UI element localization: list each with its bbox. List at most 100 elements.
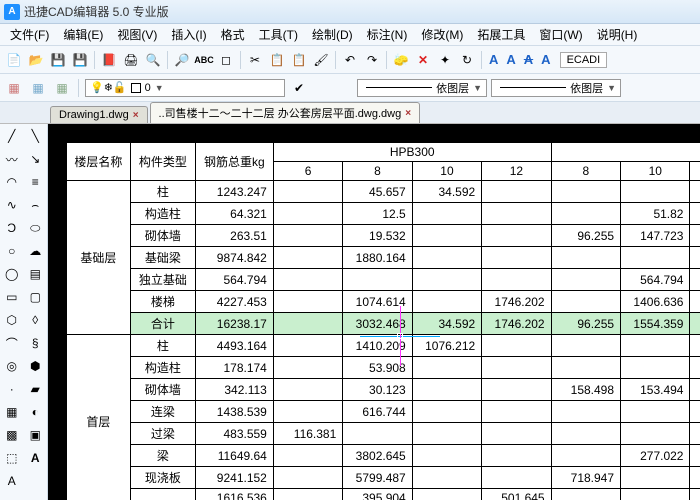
- gradient-icon[interactable]: ◐: [25, 402, 45, 422]
- menu-annotate[interactable]: 标注(N): [361, 24, 414, 45]
- 3d-icon[interactable]: ⬢: [25, 356, 45, 376]
- current-layer-combo[interactable]: 💡 ❄ 🔓 0 ▼: [85, 79, 285, 97]
- format-painter-icon[interactable]: 🖌: [311, 50, 331, 70]
- mline-icon[interactable]: ≡: [25, 172, 45, 192]
- pdf-icon[interactable]: 📕: [99, 50, 119, 70]
- line-sample: [500, 87, 566, 88]
- line-sample: [366, 87, 432, 88]
- paste-icon[interactable]: 📋: [289, 50, 309, 70]
- saveas-icon[interactable]: 💾: [70, 50, 90, 70]
- wipeout-icon[interactable]: ◊: [25, 310, 45, 330]
- close-icon[interactable]: ×: [405, 108, 411, 119]
- layer-manager-icon[interactable]: ▦: [4, 78, 24, 98]
- tab-label: ..司售楼十二～二十二层 办公套房层平面.dwg.dwg: [159, 105, 402, 121]
- new-icon[interactable]: 📄: [4, 50, 24, 70]
- chevron-down-icon: ▼: [155, 83, 164, 93]
- text-a1[interactable]: A: [486, 52, 501, 67]
- menu-ext[interactable]: 拓展工具: [471, 24, 531, 45]
- boundary-icon[interactable]: ▢: [25, 287, 45, 307]
- menu-bar: 文件(F) 编辑(E) 视图(V) 插入(I) 格式 工具(T) 绘制(D) 标…: [0, 24, 700, 46]
- layer-color-swatch: [131, 83, 141, 93]
- solid-icon[interactable]: ▰: [25, 379, 45, 399]
- menu-file[interactable]: 文件(F): [4, 24, 55, 45]
- app-title: 迅捷CAD编辑器 5.0 专业版: [24, 3, 169, 20]
- drawing-sheet: 楼层名称构件类型钢筋总重kgHPB30068101281012基础层柱1243.…: [66, 142, 700, 500]
- separator: [240, 51, 241, 69]
- polyline-icon[interactable]: 〰: [2, 149, 22, 169]
- helix-icon[interactable]: §: [25, 333, 45, 353]
- erase-icon[interactable]: 🧽: [391, 50, 411, 70]
- cut-icon[interactable]: ✂: [245, 50, 265, 70]
- block-icon[interactable]: ▦: [2, 402, 22, 422]
- arc-icon[interactable]: ◠: [2, 172, 22, 192]
- text-a4[interactable]: A: [538, 52, 553, 67]
- separator: [167, 51, 168, 69]
- image-icon[interactable]: ▣: [25, 425, 45, 445]
- spline-icon[interactable]: ∿: [2, 195, 22, 215]
- lineweight-combo[interactable]: 依图层 ▼: [491, 79, 621, 97]
- menu-view[interactable]: 视图(V): [111, 24, 163, 45]
- menu-insert[interactable]: 插入(I): [165, 24, 212, 45]
- tab-active[interactable]: ..司售楼十二～二十二层 办公套房层平面.dwg.dwg ×: [150, 102, 420, 123]
- ray-icon[interactable]: ↘: [25, 149, 45, 169]
- menu-edit[interactable]: 编辑(E): [57, 24, 109, 45]
- menu-format[interactable]: 格式: [215, 24, 251, 45]
- curve-icon[interactable]: Ɔ: [2, 218, 22, 238]
- arc3-icon[interactable]: ⌢: [25, 195, 45, 215]
- text-a3[interactable]: A: [521, 52, 536, 67]
- open-icon[interactable]: 📂: [26, 50, 46, 70]
- delete-icon[interactable]: ✕: [413, 50, 433, 70]
- workspace: ╱ 〰 ◠ ∿ Ɔ ○ ◯ ▭ ⬡ ⌒ ◎ · ▦ ▩ ⬚ A ╲ ↘ ≡ ⌢ …: [0, 124, 700, 500]
- select-icon[interactable]: ◻: [216, 50, 236, 70]
- tab-drawing1[interactable]: Drawing1.dwg ×: [50, 106, 148, 123]
- toolbar-layer: ▦ ▦ ▦ 💡 ❄ 🔓 0 ▼ ✔ 依图层 ▼ 依图层 ▼: [0, 74, 700, 102]
- xline-icon[interactable]: ╲: [25, 126, 45, 146]
- lock-icon: 🔓: [113, 81, 127, 94]
- copy-icon[interactable]: 📋: [267, 50, 287, 70]
- drawing-canvas[interactable]: 楼层名称构件类型钢筋总重kgHPB30068101281012基础层柱1243.…: [48, 124, 700, 500]
- layer-tool-icon[interactable]: ▦: [52, 78, 72, 98]
- explode-icon[interactable]: ✦: [435, 50, 455, 70]
- close-icon[interactable]: ×: [133, 110, 139, 121]
- ellipse2-icon[interactable]: ⬭: [25, 218, 45, 238]
- revcloud-icon[interactable]: ☁: [25, 241, 45, 261]
- separator: [94, 51, 95, 69]
- save-icon[interactable]: 💾: [48, 50, 68, 70]
- menu-window[interactable]: 窗口(W): [533, 24, 588, 45]
- menu-modify[interactable]: 修改(M): [415, 24, 469, 45]
- line-icon[interactable]: ╱: [2, 126, 22, 146]
- chevron-down-icon: ▼: [607, 83, 616, 93]
- polygon-icon[interactable]: ⬡: [2, 310, 22, 330]
- region-icon[interactable]: ⬚: [2, 448, 22, 468]
- text-icon[interactable]: A: [2, 471, 22, 491]
- print-icon[interactable]: 🖨: [121, 50, 141, 70]
- mtext-icon[interactable]: A: [25, 448, 45, 468]
- arc2-icon[interactable]: ⌒: [2, 333, 22, 353]
- undo-icon[interactable]: ↶: [340, 50, 360, 70]
- title-bar: A 迅捷CAD编辑器 5.0 专业版: [0, 0, 700, 24]
- make-current-icon[interactable]: ✔: [289, 78, 309, 98]
- hatch-icon[interactable]: ▩: [2, 425, 22, 445]
- linetype-combo[interactable]: 依图层 ▼: [357, 79, 487, 97]
- spell-icon[interactable]: ABC: [194, 50, 214, 70]
- separator: [335, 51, 336, 69]
- rebar-table: 楼层名称构件类型钢筋总重kgHPB30068101281012基础层柱1243.…: [66, 142, 700, 500]
- text-a2[interactable]: A: [503, 52, 518, 67]
- menu-tool[interactable]: 工具(T): [253, 24, 304, 45]
- find-icon[interactable]: 🔎: [172, 50, 192, 70]
- point-icon[interactable]: ·: [2, 379, 22, 399]
- donut-icon[interactable]: ◎: [2, 356, 22, 376]
- menu-help[interactable]: 说明(H): [591, 24, 644, 45]
- menu-draw[interactable]: 绘制(D): [306, 24, 359, 45]
- table-icon[interactable]: ▤: [25, 264, 45, 284]
- circle-icon[interactable]: ○: [2, 241, 22, 261]
- redo-icon[interactable]: ↷: [362, 50, 382, 70]
- tool-sidebar: ╱ 〰 ◠ ∿ Ɔ ○ ◯ ▭ ⬡ ⌒ ◎ · ▦ ▩ ⬚ A ╲ ↘ ≡ ⌢ …: [0, 124, 48, 500]
- text-style-combo[interactable]: ECADI: [560, 52, 608, 68]
- preview-icon[interactable]: 🔍: [143, 50, 163, 70]
- rect-icon[interactable]: ▭: [2, 287, 22, 307]
- layer-states-icon[interactable]: ▦: [28, 78, 48, 98]
- ellipse-icon[interactable]: ◯: [2, 264, 22, 284]
- refresh-icon[interactable]: ↻: [457, 50, 477, 70]
- freeze-icon: ❄: [104, 81, 113, 94]
